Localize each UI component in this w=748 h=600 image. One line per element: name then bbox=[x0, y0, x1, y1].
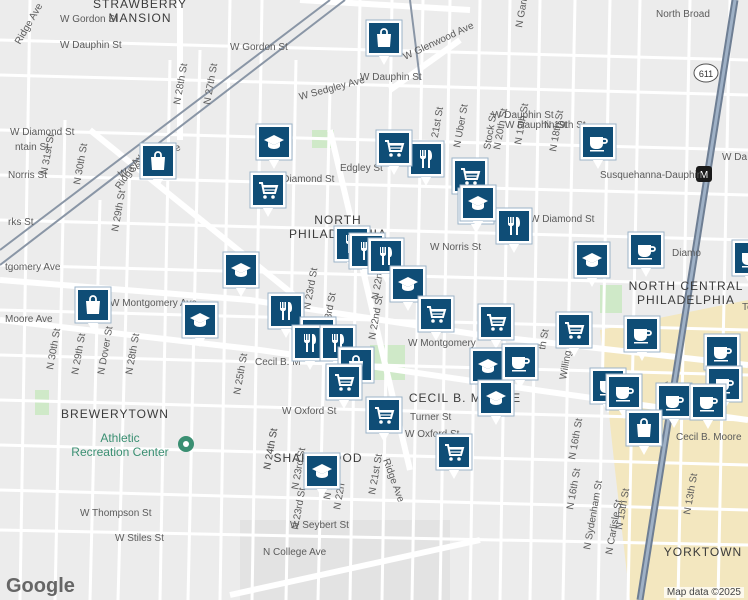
map-attribution[interactable]: Map data ©2025 bbox=[663, 587, 744, 598]
street-label: Diamo bbox=[672, 248, 701, 259]
street-label: W Montgomery bbox=[408, 338, 476, 349]
poi-label-north-broad[interactable]: North Broad bbox=[656, 9, 710, 20]
street-label: W Stiles St bbox=[115, 533, 164, 544]
street-label: W Diamond St bbox=[10, 127, 75, 138]
street-label: Turner St bbox=[410, 412, 452, 423]
poi-label-susquehanna-dauphin[interactable]: Susquehanna-Dauphin bbox=[600, 170, 702, 181]
street-label: W Oxford St bbox=[282, 406, 337, 417]
street-label: W Dauphin St bbox=[360, 72, 422, 83]
street-label: W Seybert St bbox=[290, 520, 349, 531]
street-label: W Diamond St bbox=[530, 214, 595, 225]
street-label: W Gordon St bbox=[230, 42, 288, 53]
street-label: Cecil B. Moore bbox=[676, 432, 742, 443]
route-badge: 611 bbox=[693, 63, 719, 83]
street-label: tgomery Ave bbox=[5, 262, 61, 273]
area-label-brewerytown: BREWERYTOWN bbox=[61, 407, 169, 421]
street-label: Te bbox=[742, 302, 748, 313]
street-label: rks St bbox=[8, 217, 34, 228]
street-label: N College Ave bbox=[263, 547, 327, 558]
area-label-yorktown: YORKTOWN bbox=[664, 545, 742, 559]
google-logo: Google bbox=[6, 575, 75, 597]
street-label: W Dauphin St bbox=[60, 40, 122, 51]
area-label-north-central-philadelphia: NORTH CENTRAL PHILADELPHIA bbox=[629, 279, 744, 307]
street-label: Moore Ave bbox=[5, 314, 53, 325]
street-label: W Da bbox=[722, 152, 747, 163]
street-label: W Gordon St bbox=[60, 14, 118, 25]
map-canvas[interactable]: 611 M STRAWBERRYMANSION NORTHPHILADELPHI… bbox=[0, 0, 748, 600]
street-label: W Thompson St bbox=[80, 508, 152, 519]
street-label: W Dauphin St bbox=[505, 120, 567, 131]
street-label: W Norris St bbox=[430, 242, 481, 253]
svg-text:611: 611 bbox=[699, 69, 713, 79]
recreation-pin-icon[interactable] bbox=[178, 436, 194, 452]
